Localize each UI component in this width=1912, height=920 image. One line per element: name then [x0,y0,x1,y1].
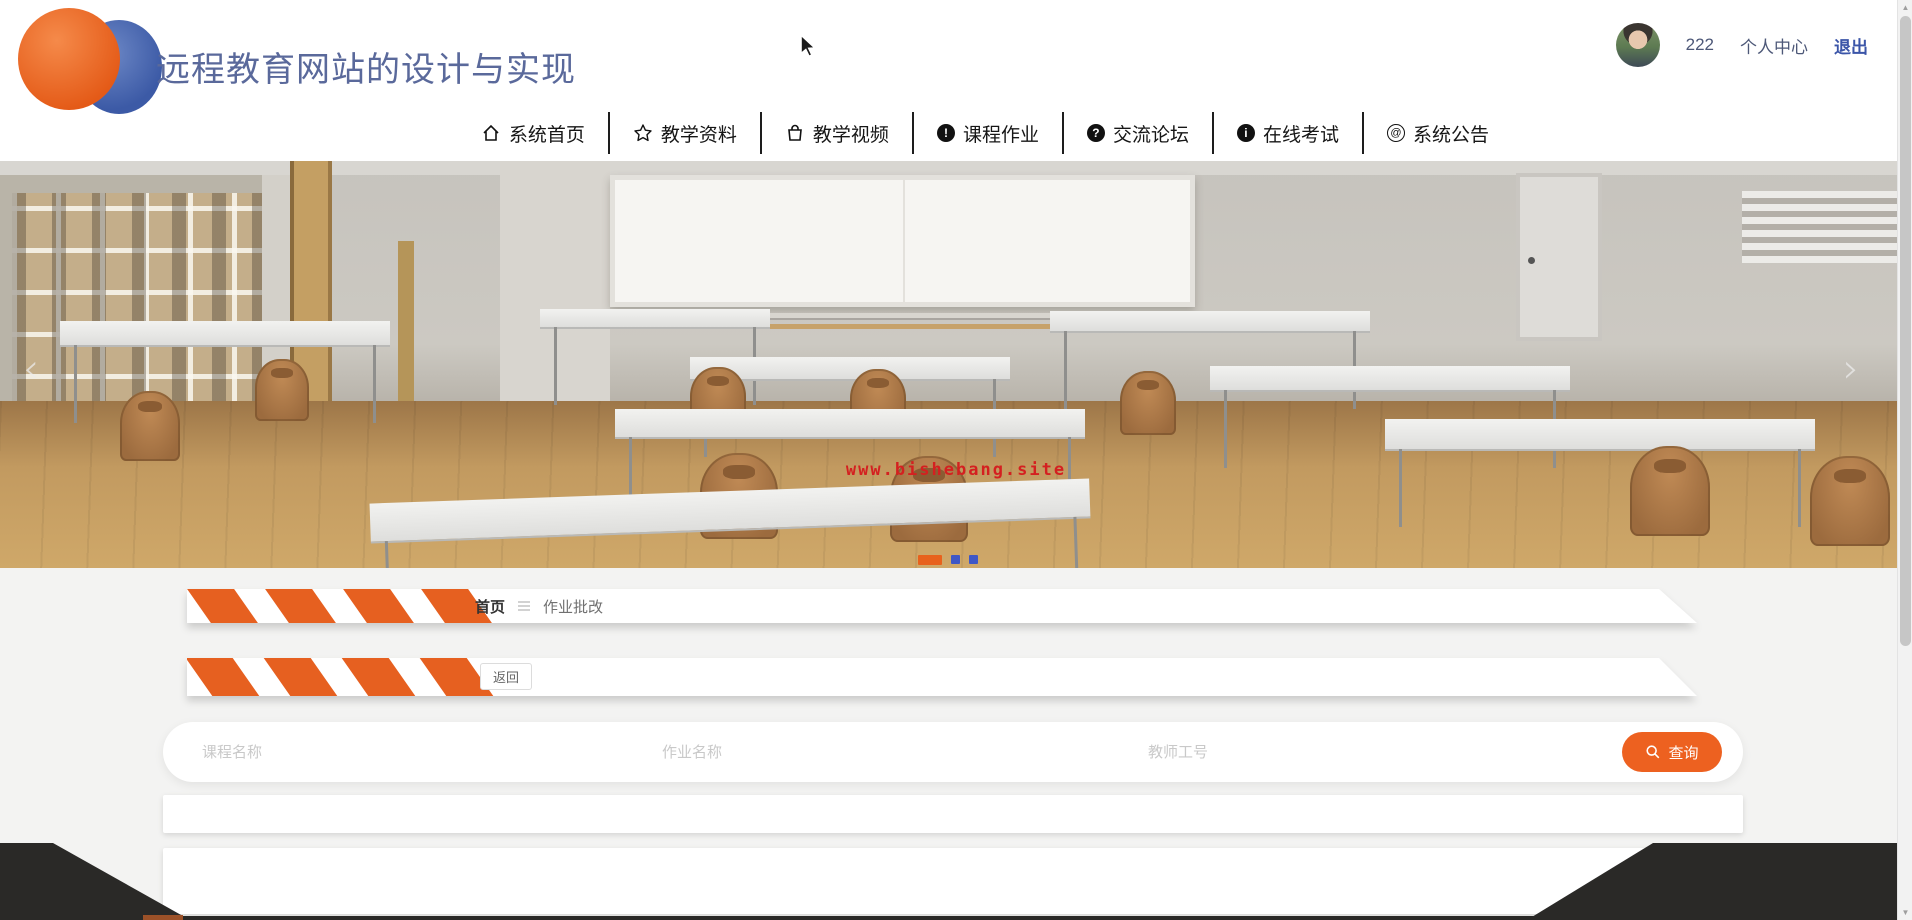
avatar[interactable] [1615,23,1660,67]
nav-label: 课程作业 [962,124,1039,146]
decor-stripes [187,658,494,696]
hero-chair [255,359,309,421]
result-header-row [163,795,1743,833]
hero-door-handle [1528,257,1535,264]
breadcrumb-bar-wrap: 首页 作业批改 [0,589,1912,629]
username-text: 222 [1685,35,1714,54]
nav-item-exam[interactable]: i 在线考试 [1211,112,1362,154]
carousel-next-button[interactable]: › [1834,346,1868,392]
back-bar-wrap: 返回 [0,658,1912,702]
hero-table [60,321,390,423]
search-form: 查询 [163,722,1743,782]
nav-item-videos[interactable]: 教学视频 [759,112,912,154]
hero-table [615,409,1085,515]
breadcrumb-bar: 首页 作业批改 [187,589,1697,623]
watermark-text: www.bishebang.site [845,460,1067,480]
hero-whiteboard [610,175,1195,307]
hero-table [540,309,770,405]
search-icon [1646,745,1660,759]
decor-stripes [187,589,492,623]
nav-label: 系统首页 [508,124,585,146]
page: 远程教育网站的设计与实现 222 个人中心 退出 系统首页 教学资料 教学视频 … [0,0,1912,920]
result-body-row [163,848,1743,914]
hero-carousel: www.bishebang.site ‹ › [0,161,1912,568]
bag-icon [785,123,805,143]
nav-item-materials[interactable]: 教学资料 [607,112,760,154]
info-circle-icon: i [1236,124,1255,142]
mouse-cursor [800,34,817,58]
back-button[interactable]: 返回 [480,663,532,690]
page-title: 远程教育网站的设计与实现 [156,51,576,89]
profile-center-link[interactable]: 个人中心 [1740,33,1808,58]
hero-chair [1120,371,1176,435]
carousel-indicator[interactable] [951,555,960,564]
header: 远程教育网站的设计与实现 222 个人中心 退出 系统首页 教学资料 教学视频 … [0,0,1912,161]
carousel-indicator-active[interactable] [918,554,942,565]
hero-table [1050,311,1370,409]
course-name-input[interactable] [200,732,640,772]
assignment-name-input[interactable] [660,732,1100,772]
hero-chair [120,391,180,461]
exclamation-circle-icon: ! [936,124,955,142]
main-nav: 系统首页 教学资料 教学视频 ! 课程作业 ? 交流论坛 i 在线考试 @ 系统… [458,112,1512,154]
query-button[interactable]: 查询 [1622,732,1722,772]
user-area: 222 个人中心 退出 [1615,22,1868,68]
back-bar: 返回 [187,658,1697,696]
hero-door [1516,173,1602,341]
site-logo [18,8,162,114]
nav-item-forum[interactable]: ? 交流论坛 [1061,112,1212,154]
home-icon [481,123,501,143]
footer-accent [143,915,183,920]
breadcrumb-current: 作业批改 [543,598,604,616]
nav-item-home[interactable]: 系统首页 [458,112,608,154]
logout-link[interactable]: 退出 [1834,33,1868,58]
carousel-prev-button[interactable]: ‹ [14,346,48,392]
breadcrumb-home-link[interactable]: 首页 [475,596,505,617]
star-icon [633,123,653,143]
hero-table [1385,419,1815,527]
scrollbar[interactable]: ▲ ▼ [1897,0,1912,920]
hero-radiator [1742,191,1912,263]
nav-label: 教学资料 [660,124,737,146]
breadcrumb: 首页 作业批改 [475,589,603,623]
teacher-id-input[interactable] [1146,732,1586,772]
hero-table [1210,366,1570,468]
nav-item-announcements[interactable]: @ 系统公告 [1361,112,1512,154]
carousel-indicator[interactable] [969,555,978,564]
question-circle-icon: ? [1086,124,1105,142]
scrollbar-thumb[interactable] [1900,16,1911,646]
breadcrumb-separator-icon [518,601,531,611]
scroll-up-arrow[interactable]: ▲ [1898,0,1912,15]
scroll-down-arrow[interactable]: ▼ [1898,905,1912,920]
logo-orange-circle [18,8,120,110]
nav-label: 交流论坛 [1112,124,1189,146]
nav-label: 教学视频 [812,124,889,146]
query-button-label: 查询 [1668,744,1699,762]
hero-ceiling [0,161,1912,175]
nav-item-coursework[interactable]: ! 课程作业 [911,112,1062,154]
carousel-indicators [918,554,978,565]
nav-label: 系统公告 [1412,124,1489,146]
at-circle-icon: @ [1386,124,1405,142]
nav-label: 在线考试 [1262,124,1339,146]
footer-strip [0,916,1912,920]
